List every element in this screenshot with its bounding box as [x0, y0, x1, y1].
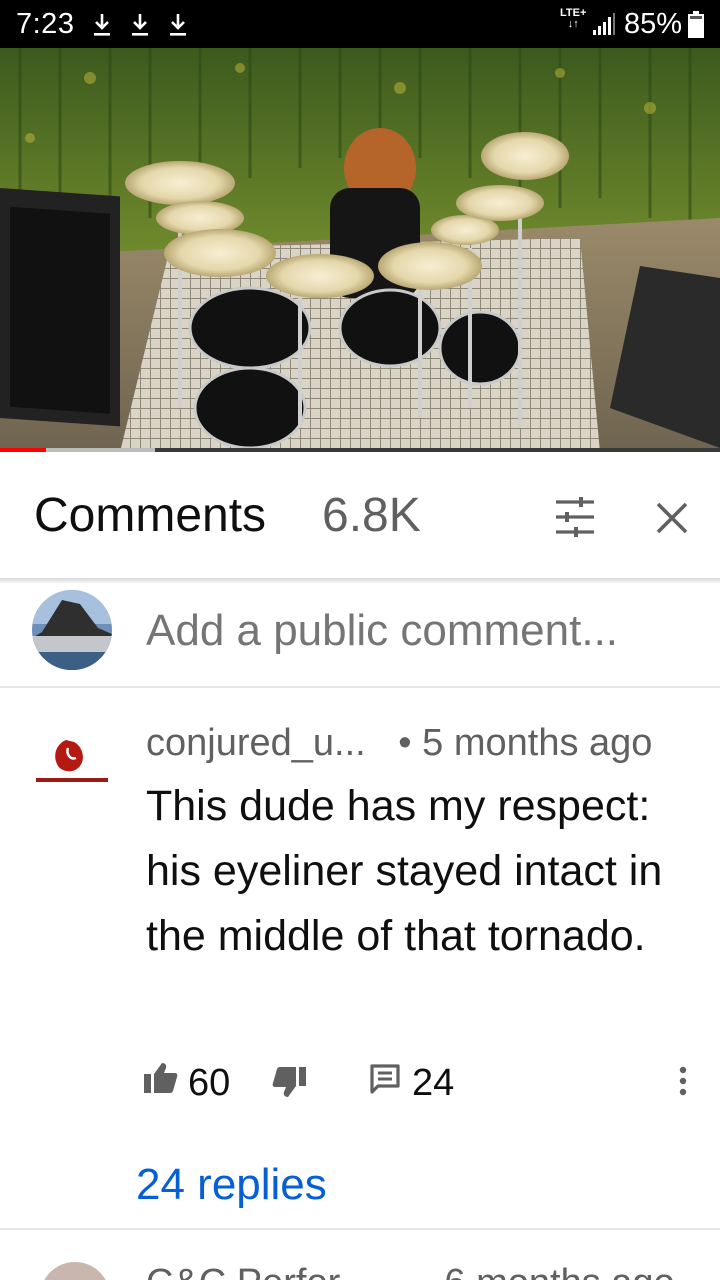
like-icon[interactable] [144, 1062, 178, 1094]
divider [0, 1228, 720, 1230]
comments-count: 6.8K [322, 489, 421, 542]
comments-title: Comments [34, 489, 267, 542]
avatar[interactable] [30, 734, 114, 794]
battery-percent: 85% [624, 8, 683, 40]
reply-icon[interactable] [370, 1064, 400, 1094]
data-arrows-icon: ↓↑ [567, 18, 579, 30]
comments-header: Comments 6.8K [0, 452, 720, 580]
divider [0, 686, 720, 688]
status-time: 7:23 [16, 8, 75, 40]
comment-text: This dude has my respect: his eyeliner s… [146, 782, 663, 960]
add-comment-input[interactable] [146, 606, 706, 656]
comment-meta: C&C Perfor... 6 months ago [146, 1262, 675, 1280]
status-bar: 7:23 LTE+ ↓↑ 85% [0, 0, 720, 48]
video-player[interactable] [0, 48, 720, 452]
view-replies-link[interactable]: 24 replies [136, 1160, 327, 1210]
avatar [32, 590, 112, 670]
download-icon [170, 14, 186, 36]
meta-separator: • [398, 722, 412, 764]
like-count: 60 [188, 1062, 231, 1104]
more-options-icon[interactable] [676, 1066, 690, 1096]
dislike-icon[interactable] [272, 1066, 306, 1098]
sort-filter-icon[interactable] [552, 496, 598, 538]
video-frame [0, 48, 720, 452]
add-comment-row [0, 584, 720, 686]
comment-author[interactable]: conjured_u... [146, 722, 366, 764]
comment-thread: C&C Perfor... 6 months ago [0, 1232, 720, 1280]
signal-icon [593, 13, 615, 35]
reply-count: 24 [412, 1062, 455, 1104]
comment-author[interactable]: C&C Perfor... [146, 1262, 370, 1280]
battery-icon [688, 11, 704, 38]
comment-time: 5 months ago [422, 722, 653, 764]
close-icon[interactable] [652, 498, 692, 538]
comment-time: 6 months ago [444, 1262, 674, 1280]
download-icon [132, 14, 148, 36]
download-icon [94, 14, 110, 36]
avatar[interactable] [40, 1262, 110, 1280]
network-indicator: LTE+ ↓↑ [560, 8, 586, 30]
comment-meta: conjured_u... • 5 months ago [146, 722, 652, 765]
